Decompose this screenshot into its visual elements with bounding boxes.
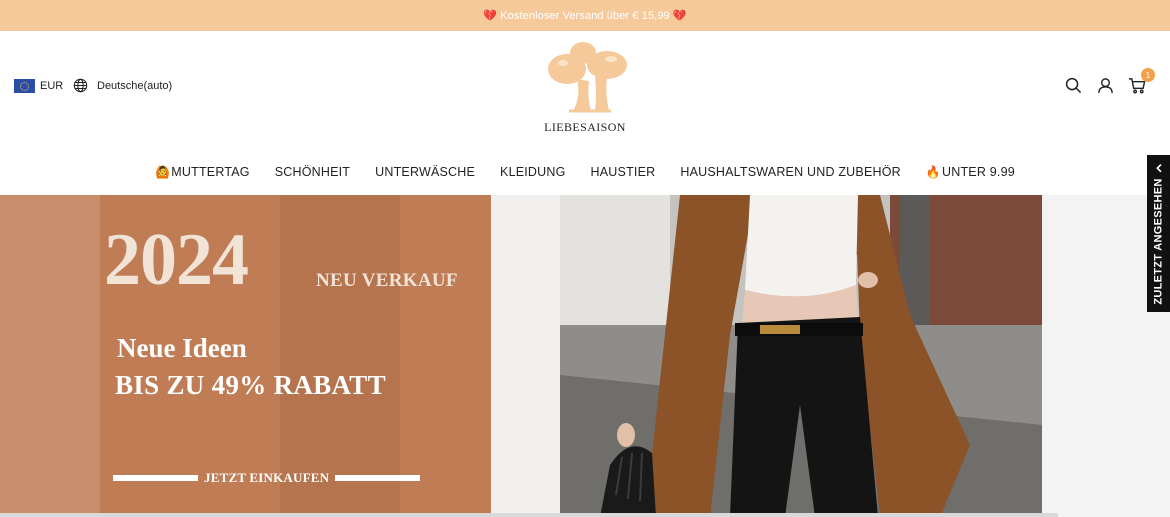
chevron-left-icon bbox=[1155, 163, 1161, 172]
language-label: Deutsche(auto) bbox=[97, 79, 173, 92]
header-actions: 1 bbox=[1064, 68, 1155, 94]
nav-item-unterwaesche[interactable]: UNTERWÄSCHE bbox=[363, 165, 488, 179]
broken-heart-icon: 💔 bbox=[672, 10, 687, 22]
site-header: EUR Deutsche(auto) LIEBESAISON 1 bbox=[0, 31, 1170, 149]
hero-discount: BIS ZU 49% RABATT bbox=[115, 370, 386, 400]
model-image bbox=[560, 195, 1042, 517]
nav-label: HAUSTIER bbox=[590, 165, 656, 179]
account-icon bbox=[1097, 77, 1113, 93]
main-nav: 🙆 MUTTERTAG SCHÖNHEIT UNTERWÄSCHE KLEIDU… bbox=[0, 149, 1170, 195]
nav-item-haustier[interactable]: HAUSTIER bbox=[578, 165, 668, 179]
search-icon bbox=[1065, 77, 1081, 93]
currency-label: EUR bbox=[40, 80, 64, 92]
account-button[interactable] bbox=[1096, 76, 1114, 94]
hero-headline: Neue Ideen bbox=[117, 333, 247, 363]
logo-text: LIEBESAISON bbox=[544, 120, 626, 134]
hero-model-photo bbox=[560, 195, 1042, 517]
nav-label: UNTERWÄSCHE bbox=[375, 165, 476, 179]
recently-viewed-tab[interactable]: ZULETZT ANGESEHEN bbox=[1147, 155, 1170, 312]
horizontal-scrollbar[interactable] bbox=[0, 513, 1058, 517]
nav-item-unter-999[interactable]: 🔥 UNTER 9.99 bbox=[913, 165, 1027, 179]
mushroom-logo-icon bbox=[548, 42, 627, 113]
hero-banner[interactable]: 2024 NEU VERKAUF Neue Ideen BIS ZU 49% R… bbox=[0, 195, 1170, 517]
currency-selector[interactable]: EUR bbox=[14, 79, 63, 93]
nav-label: UNTER 9.99 bbox=[942, 165, 1015, 179]
broken-heart-icon: 💔 bbox=[483, 10, 498, 22]
announcement-text: Kostenloser Versand über € 15,99 bbox=[500, 9, 670, 22]
hero-left-backdrop bbox=[0, 195, 100, 517]
cart-button[interactable]: 1 bbox=[1128, 68, 1155, 94]
nav-label: HAUSHALTSWAREN UND ZUBEHÖR bbox=[680, 165, 901, 179]
person-gesture-icon: 🙆 bbox=[155, 165, 171, 179]
language-selector[interactable]: Deutsche(auto) bbox=[73, 78, 172, 93]
fire-icon: 🔥 bbox=[925, 165, 942, 179]
cart-count-badge: 1 bbox=[1141, 68, 1155, 82]
shop-now-label: JETZT EINKAUFEN bbox=[204, 470, 330, 485]
nav-item-haushaltswaren[interactable]: HAUSHALTSWAREN UND ZUBEHÖR bbox=[668, 165, 914, 179]
announcement-bar: 💔 Kostenloser Versand über € 15,99 💔 bbox=[0, 0, 1170, 31]
nav-item-muttertag[interactable]: 🙆 MUTTERTAG bbox=[143, 165, 263, 179]
nav-label: KLEIDUNG bbox=[500, 165, 566, 179]
hero-sale-label: NEU VERKAUF bbox=[316, 270, 458, 291]
nav-label: MUTTERTAG bbox=[171, 165, 250, 179]
eu-flag-icon bbox=[14, 79, 35, 93]
nav-item-kleidung[interactable]: KLEIDUNG bbox=[488, 165, 579, 179]
search-button[interactable] bbox=[1064, 76, 1082, 94]
shop-now-button[interactable]: JETZT EINKAUFEN bbox=[113, 470, 447, 486]
nav-label: SCHÖNHEIT bbox=[274, 165, 351, 179]
nav-item-schoenheit[interactable]: SCHÖNHEIT bbox=[262, 165, 362, 179]
site-logo[interactable]: LIEBESAISON bbox=[525, 39, 645, 139]
hero-mid-backdrop bbox=[491, 195, 560, 517]
hero-year: 2024 bbox=[104, 219, 249, 301]
recently-viewed-label: ZULETZT ANGESEHEN bbox=[1152, 177, 1165, 305]
globe-icon bbox=[73, 78, 88, 93]
